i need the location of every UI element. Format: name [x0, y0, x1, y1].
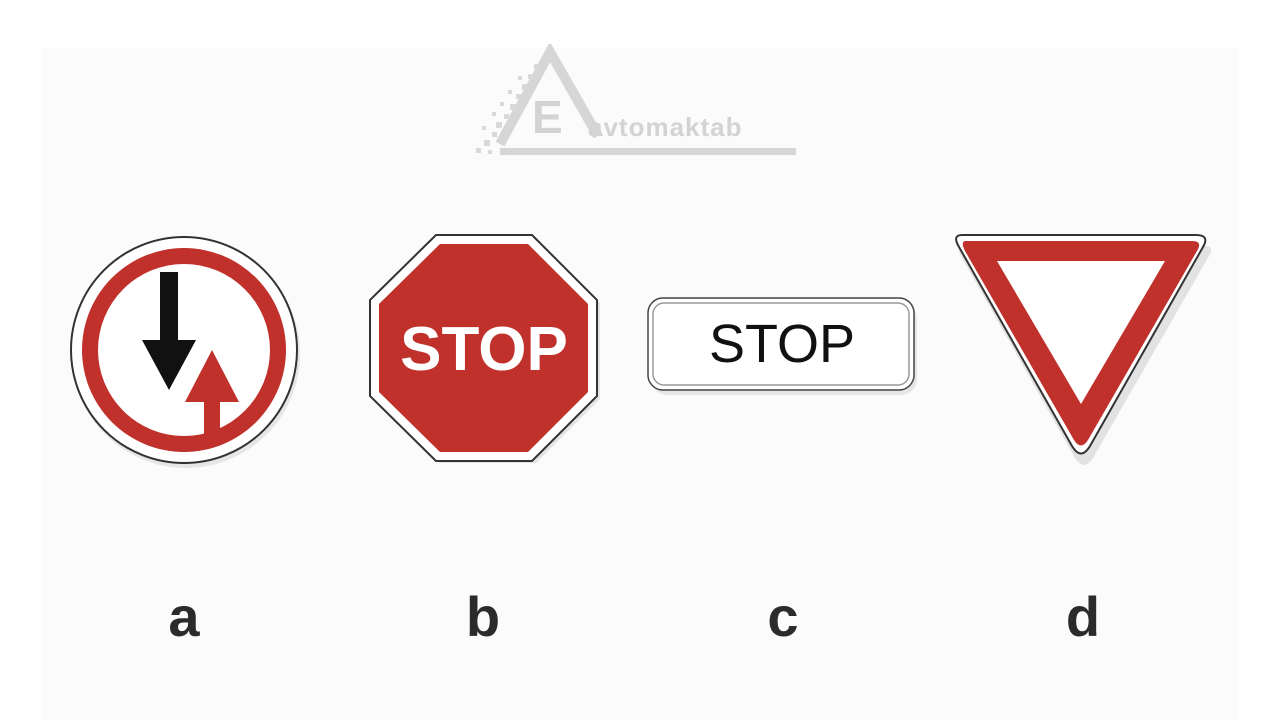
yield-triangle-icon [955, 234, 1212, 465]
page: E avtomaktab STOP STOP a b c d [0, 0, 1280, 720]
priority-oncoming-traffic-icon [70, 236, 300, 468]
watermark-letter: E [532, 91, 563, 143]
sign-option-a[interactable] [68, 234, 300, 468]
option-label-c: c [767, 585, 799, 648]
sign-option-b[interactable]: STOP [368, 233, 600, 465]
option-label-a: a [168, 585, 200, 648]
watermark-text: avtomaktab [588, 112, 743, 142]
sign-option-d[interactable] [950, 232, 1212, 468]
stop-plate-text: STOP [708, 314, 856, 374]
stop-octagon-text: STOP [400, 314, 568, 384]
option-label-d: d [1065, 585, 1101, 648]
option-label-b: b [465, 585, 501, 648]
sign-option-c[interactable]: STOP [647, 297, 917, 395]
